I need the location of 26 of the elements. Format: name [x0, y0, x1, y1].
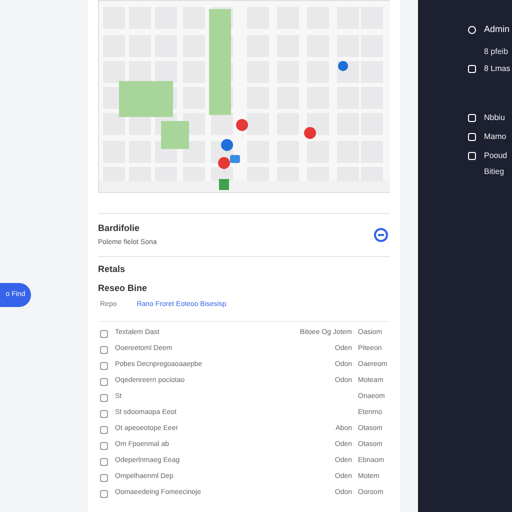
- side-item[interactable]: Pooud: [484, 150, 508, 162]
- side-item[interactable]: 8 Lmas: [484, 62, 510, 74]
- row-checkbox[interactable]: [100, 458, 108, 466]
- row-checkbox[interactable]: [100, 426, 108, 434]
- row-checkbox[interactable]: [100, 490, 108, 498]
- row-checkbox[interactable]: [100, 394, 108, 402]
- row-checkbox[interactable]: [100, 330, 108, 338]
- row-checkbox[interactable]: [100, 362, 108, 370]
- side-heading: Admin: [484, 23, 510, 36]
- row-checkbox[interactable]: [100, 346, 108, 354]
- row-checkbox[interactable]: [100, 442, 108, 450]
- square-icon: [468, 152, 476, 160]
- side-subitem[interactable]: 8 pfeib: [484, 46, 508, 58]
- square-icon: [468, 114, 476, 122]
- row-checkbox[interactable]: [100, 410, 108, 418]
- section-subtitle: Reseo Bine: [98, 282, 148, 294]
- side-item[interactable]: Nbbiu: [484, 112, 505, 124]
- row-checkbox[interactable]: [100, 474, 108, 482]
- section-title: Bardifolie: [98, 222, 141, 235]
- section-title: Retals: [98, 263, 126, 276]
- square-icon: [468, 64, 476, 72]
- side-item[interactable]: Mamo: [484, 130, 506, 142]
- side-subitem[interactable]: Bitieg: [484, 166, 504, 178]
- collapse-icon[interactable]: [374, 228, 388, 242]
- square-icon: [468, 132, 476, 140]
- row-checkbox[interactable]: [100, 378, 108, 386]
